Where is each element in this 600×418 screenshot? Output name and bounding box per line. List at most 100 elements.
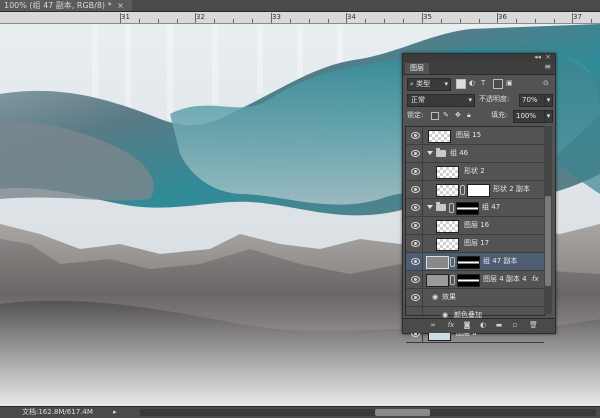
ruler-label: 36 <box>498 13 507 21</box>
fill-input[interactable]: 100% <box>513 110 545 123</box>
adjustment-icon[interactable]: ◐ <box>479 322 487 329</box>
mask-icon[interactable]: ◙ <box>463 322 471 329</box>
eye-icon[interactable] <box>411 240 420 247</box>
layers-panel: ◂◂ × 图层 ≡ ⌕ 类型 ▾ ◐ T ▣ ⊙ 正常 ▾ 不透明度: 70% … <box>402 53 556 343</box>
link-icon[interactable] <box>449 203 454 213</box>
panel-menu-icon[interactable]: ≡ <box>544 62 551 71</box>
layer-mask-thumbnail <box>457 256 480 269</box>
blend-row: 正常 ▾ 不透明度: 70% ▾ <box>403 92 555 109</box>
close-icon[interactable]: × <box>117 1 124 10</box>
collapse-icon[interactable]: ◂◂ <box>534 53 541 61</box>
blend-mode-select[interactable]: 正常 ▾ <box>407 94 475 107</box>
layer-thumbnail <box>436 220 459 233</box>
pixel-filter-icon[interactable] <box>456 79 466 89</box>
document-tab-bar: 100% (组 47 副本, RGB/8) * × <box>0 0 600 12</box>
fx-icon[interactable]: fx <box>447 322 455 329</box>
ruler-label: 32 <box>196 13 205 21</box>
layer-name: 形状 2 <box>464 167 485 175</box>
lock-move-icon[interactable]: ✥ <box>455 110 461 121</box>
blend-mode-value: 正常 <box>411 96 425 104</box>
layer-row[interactable]: 形状 2 副本 <box>406 181 544 199</box>
eye-icon[interactable] <box>411 132 420 139</box>
adjustment-filter-icon[interactable]: ◐ <box>469 78 475 89</box>
fill-value: 100% <box>516 112 537 120</box>
close-icon[interactable]: × <box>545 53 551 61</box>
link-icon[interactable] <box>450 257 455 267</box>
filter-type-label: 类型 <box>416 80 431 88</box>
folder-icon[interactable]: ▬ <box>495 322 503 329</box>
eye-icon[interactable] <box>411 168 420 175</box>
opacity-dropdown-icon[interactable]: ▾ <box>544 94 553 107</box>
layer-row[interactable]: 图层 17 <box>406 235 544 253</box>
trash-icon[interactable]: 🗑︎ <box>529 322 538 329</box>
ruler-label: 34 <box>347 13 356 21</box>
eye-icon[interactable] <box>411 150 420 157</box>
folder-icon <box>436 148 446 157</box>
eye-icon[interactable] <box>411 222 420 229</box>
type-filter-icon[interactable]: T <box>481 78 485 89</box>
layer-row[interactable]: 图层 4 副本 4 fx <box>406 271 544 289</box>
opacity-label: 不透明度: <box>479 95 510 103</box>
tab-layers[interactable]: 图层 <box>405 63 429 74</box>
effects-label: 效果 <box>442 293 456 301</box>
ruler-label: 33 <box>272 13 281 21</box>
group-row[interactable]: 组 47 <box>406 199 544 217</box>
expand-triangle-icon[interactable] <box>427 151 433 155</box>
lock-all-icon[interactable]: 🔒︎ <box>467 110 471 121</box>
layer-row[interactable]: 形状 2 <box>406 163 544 181</box>
lock-brush-icon[interactable]: ✎ <box>443 110 449 121</box>
new-layer-icon[interactable]: ▫ <box>511 322 519 329</box>
eye-icon[interactable] <box>411 294 420 301</box>
filter-type-select[interactable]: ⌕ 类型 ▾ <box>407 78 451 91</box>
eye-icon[interactable] <box>411 258 420 265</box>
layer-row[interactable]: 图层 16 <box>406 217 544 235</box>
scrollbar-thumb[interactable] <box>545 196 551 286</box>
opacity-value: 70% <box>522 96 538 104</box>
shape-filter-icon[interactable] <box>493 79 503 89</box>
status-bar: 文档:162.8M/617.4M ▸ <box>0 406 600 418</box>
lock-row: 锁定: ✎ ✥ 🔒︎ 填充: 100% ▾ <box>403 109 555 124</box>
layer-thumbnail <box>436 238 459 251</box>
layer-thumbnail <box>426 256 449 269</box>
scrollbar-thumb[interactable] <box>375 409 430 416</box>
eye-icon[interactable] <box>411 204 420 211</box>
document-tab-title: 100% (组 47 副本, RGB/8) * <box>4 1 112 10</box>
panel-footer: ∞ fx ◙ ◐ ▬ ▫ 🗑︎ <box>403 318 555 333</box>
link-icon[interactable] <box>450 275 455 285</box>
eye-icon[interactable] <box>411 276 420 283</box>
layers-list: 图层 15 组 46 形状 2 形状 2 副本 组 47 图层 16 图层 17… <box>405 126 545 343</box>
layer-thumbnail <box>426 274 449 287</box>
filter-toggle-icon[interactable]: ⊙ <box>543 78 549 89</box>
fill-dropdown-icon[interactable]: ▾ <box>544 110 553 123</box>
layers-scrollbar[interactable] <box>544 126 552 314</box>
layer-mask-thumbnail <box>456 202 479 215</box>
lock-label: 锁定: <box>407 111 424 119</box>
filter-row: ⌕ 类型 ▾ ◐ T ▣ ⊙ <box>403 75 555 92</box>
layer-name: 图层 16 <box>464 221 490 229</box>
opacity-input[interactable]: 70% <box>519 94 545 107</box>
document-tab[interactable]: 100% (组 47 副本, RGB/8) * × <box>0 0 132 11</box>
panel-title-bar[interactable]: ◂◂ × <box>403 53 555 62</box>
effects-eye-icon[interactable]: ◉ <box>432 289 438 306</box>
status-menu-arrow-icon[interactable]: ▸ <box>113 408 117 416</box>
layer-thumbnail <box>436 184 459 197</box>
layer-name: 组 47 <box>482 203 501 211</box>
fill-label: 填充: <box>491 111 508 119</box>
expand-triangle-icon[interactable] <box>427 205 433 209</box>
chevron-down-icon: ▾ <box>468 96 472 104</box>
ruler-label: 35 <box>423 13 432 21</box>
lock-transparent-icon[interactable] <box>431 112 439 120</box>
effects-row[interactable]: ◉ 效果 <box>406 289 544 307</box>
layer-row-selected[interactable]: 组 47 副本 <box>406 253 544 271</box>
layer-row[interactable]: 图层 15 <box>406 127 544 145</box>
horizontal-scrollbar[interactable] <box>140 409 596 416</box>
eye-icon[interactable] <box>411 186 420 193</box>
link-icon[interactable] <box>460 185 465 195</box>
fx-badge[interactable]: fx <box>532 271 539 288</box>
layer-mask-thumbnail <box>467 184 490 197</box>
folder-icon <box>436 202 446 211</box>
link-icon[interactable]: ∞ <box>429 322 437 329</box>
layer-name: 组 47 副本 <box>483 257 518 265</box>
smart-object-filter-icon[interactable]: ▣ <box>506 78 513 89</box>
group-row[interactable]: 组 46 <box>406 145 544 163</box>
